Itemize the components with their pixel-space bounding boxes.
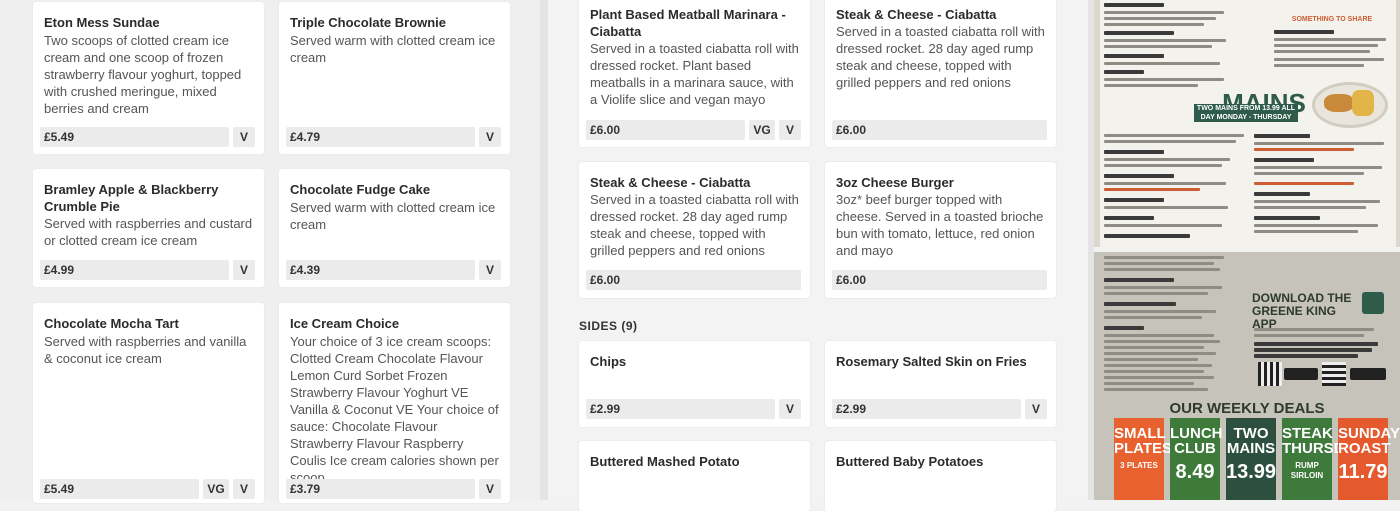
menu-item-card[interactable]: Rosemary Salted Skin on Fries £2.99 V	[825, 341, 1056, 427]
deal-title: SMALL PLATES	[1114, 425, 1173, 457]
vegetarian-badge: V	[1025, 399, 1047, 419]
menu-item-card[interactable]: Chocolate Fudge Cake Served warm with cl…	[279, 169, 510, 287]
price-badge: £5.49	[40, 127, 229, 147]
menu-item-description: Your choice of 3 ice cream scoops: Clott…	[290, 334, 499, 485]
weekly-deal-tile: STEAK THURSDAY RUMP SIRLOIN	[1282, 418, 1364, 500]
menu-item-description: Served in a toasted ciabatta roll with d…	[590, 192, 799, 258]
app-store-icon	[1284, 368, 1318, 380]
sides-section-heading: SIDES (9)	[579, 319, 638, 333]
menu-item-name: Steak & Cheese - Ciabatta	[836, 7, 997, 22]
deal-title: LUNCH CLUB	[1170, 425, 1223, 457]
price-badge: £6.00	[832, 270, 1047, 290]
menu-item-description: Served in a toasted ciabatta roll with d…	[590, 41, 799, 107]
deal-title: SUNDAY ROAST	[1338, 425, 1400, 457]
price-badge: £4.99	[40, 260, 229, 280]
mains-panel: Plant Based Meatball Marinara - Ciabatta…	[548, 0, 1088, 511]
weekly-deal-tile: LUNCH CLUB 8.49	[1170, 418, 1223, 500]
menu-item-name: 3oz Cheese Burger	[836, 175, 954, 190]
menu-item-description: 3oz* beef burger topped with cheese. Ser…	[836, 192, 1044, 258]
menu-item-description: Served warm with clotted cream ice cream	[290, 200, 496, 232]
menu-item-description: Two scoops of clotted cream ice cream an…	[44, 33, 242, 116]
menu-item-name: Chocolate Mocha Tart	[44, 316, 179, 331]
price-badge: £3.79	[286, 479, 475, 499]
deal-price: 8.49	[1175, 461, 1215, 483]
menu-item-card[interactable]: Chips £2.99 V	[579, 341, 810, 427]
menu-item-card[interactable]: Ice Cream Choice Your choice of 3 ice cr…	[279, 303, 510, 503]
deal-subtitle: 3 PLATES	[1120, 461, 1158, 470]
menu-photo-mains[interactable]: SOMETHING TO SHARE MAINS TWO MAINS FROM …	[1094, 0, 1400, 247]
menu-item-card[interactable]: Buttered Baby Potatoes	[825, 441, 1056, 511]
menu-item-description: Served warm with clotted cream ice cream	[290, 33, 496, 65]
price-badge: £5.49	[40, 479, 199, 499]
deal-subtitle: RUMP SIRLOIN	[1290, 461, 1324, 480]
menu-item-card[interactable]: Eton Mess Sundae Two scoops of clotted c…	[33, 2, 264, 154]
vegetarian-badge: V	[479, 127, 501, 147]
menu-item-name: Steak & Cheese - Ciabatta	[590, 175, 751, 190]
menu-item-card[interactable]: 3oz Cheese Burger 3oz* beef burger toppe…	[825, 162, 1056, 298]
menu-item-description: Served with raspberries and vanilla & co…	[44, 334, 247, 366]
menu-item-name: Triple Chocolate Brownie	[290, 15, 447, 30]
menu-item-name: Chocolate Fudge Cake	[290, 182, 431, 197]
vegetarian-badge: V	[479, 260, 501, 280]
qr-code-icon	[1258, 362, 1282, 386]
deal-price: 13.99	[1226, 461, 1277, 483]
menu-item-card[interactable]: Buttered Mashed Potato	[579, 441, 810, 511]
greene-king-logo	[1362, 292, 1384, 314]
vegetarian-badge: V	[233, 479, 255, 499]
food-plate-image	[1312, 82, 1388, 128]
menu-item-card[interactable]: Bramley Apple & Blackberry Crumble Pie S…	[33, 169, 264, 287]
price-badge: £2.99	[586, 399, 775, 419]
photo-share-heading: SOMETHING TO SHARE	[1291, 16, 1373, 23]
menu-item-card[interactable]: Triple Chocolate Brownie Served warm wit…	[279, 2, 510, 154]
menu-item-card[interactable]: Plant Based Meatball Marinara - Ciabatta…	[579, 0, 810, 147]
vegetarian-badge: V	[779, 120, 801, 140]
menu-item-name: Eton Mess Sundae	[44, 15, 160, 30]
photo-mains-banner: TWO MAINS FROM 13.99 ALL DAY MONDAY - TH…	[1194, 104, 1298, 122]
panel-divider	[540, 0, 548, 500]
weekly-deal-tile: TWO MAINS 13.99	[1226, 418, 1276, 500]
price-badge: £6.00	[586, 270, 801, 290]
menu-item-name: Chips	[590, 354, 627, 369]
google-play-icon	[1350, 368, 1386, 380]
desserts-panel: Eton Mess Sundae Two scoops of clotted c…	[0, 0, 540, 503]
weekly-deal-tile: SMALL PLATES 3 PLATES	[1114, 418, 1173, 500]
deal-title: STEAK THURSDAY	[1282, 425, 1364, 457]
weekly-deal-tile: SUNDAY ROAST 11.79	[1338, 418, 1400, 500]
price-badge: £4.79	[286, 127, 475, 147]
vegetarian-badge: V	[233, 260, 255, 280]
deal-title: TWO MAINS	[1226, 425, 1276, 457]
photo-app-heading: DOWNLOAD THE GREENE KING APP	[1252, 291, 1352, 331]
menu-item-description: Served with raspberries and custard or c…	[44, 216, 253, 248]
price-badge: £2.99	[832, 399, 1021, 419]
menu-item-card[interactable]: Steak & Cheese - Ciabatta Served in a to…	[825, 0, 1056, 147]
photo-deals-heading: OUR WEEKLY DEALS	[1169, 400, 1325, 417]
menu-item-card[interactable]: Chocolate Mocha Tart Served with raspber…	[33, 303, 264, 503]
menu-item-name: Ice Cream Choice	[290, 316, 400, 331]
vegetarian-badge: V	[779, 399, 801, 419]
vegetarian-badge: V	[479, 479, 501, 499]
vegan-badge: VG	[203, 479, 229, 499]
price-badge: £4.39	[286, 260, 475, 280]
vegetarian-badge: V	[233, 127, 255, 147]
menu-item-name: Plant Based Meatball Marinara - Ciabatta	[590, 7, 786, 39]
price-badge: £6.00	[832, 120, 1047, 140]
menu-item-name: Rosemary Salted Skin on Fries	[836, 354, 1027, 369]
menu-item-name: Buttered Mashed Potato	[590, 454, 740, 469]
panel-divider	[1088, 0, 1094, 500]
menu-item-description: Served in a toasted ciabatta roll with d…	[836, 24, 1045, 90]
menu-item-card[interactable]: Steak & Cheese - Ciabatta Served in a to…	[579, 162, 810, 298]
qr-code-icon	[1322, 362, 1346, 386]
menu-item-name: Buttered Baby Potatoes	[836, 454, 984, 469]
price-badge: £6.00	[586, 120, 745, 140]
deal-price: 11.79	[1338, 461, 1388, 483]
menu-item-name: Bramley Apple & Blackberry Crumble Pie	[44, 182, 219, 214]
vegan-badge: VG	[749, 120, 775, 140]
